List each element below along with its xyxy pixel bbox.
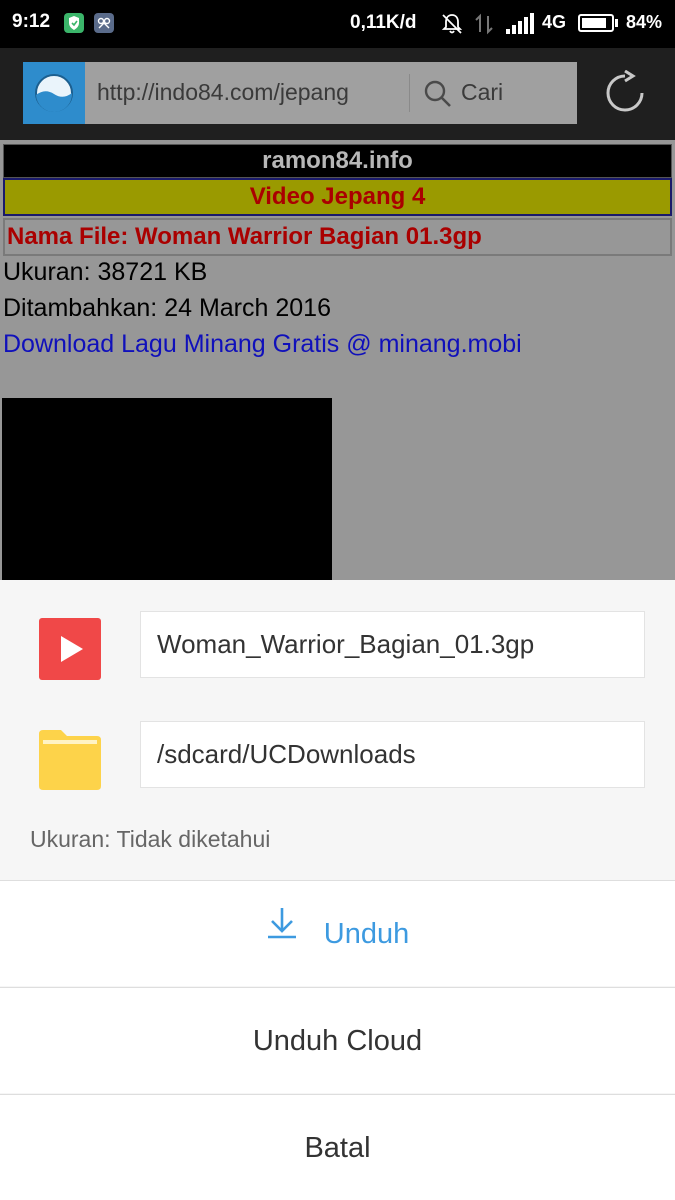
search-icon[interactable] [423,79,453,113]
download-icon [266,878,298,984]
site-title: ramon84.info [3,144,672,178]
download-dialog: Woman_Warrior_Bagian_01.3gp /sdcard/UCDo… [0,580,675,1200]
address-divider [409,74,410,112]
folder-path-input[interactable]: /sdcard/UCDownloads [140,721,645,788]
download-size-text: Ukuran: Tidak diketahui [30,826,271,852]
status-bar: 9:12 0,11K/d 4G 84% [0,0,675,48]
web-page: ramon84.info Video Jepang 4 Nama File: W… [0,140,675,580]
data-transfer-icon [474,12,494,40]
url-text[interactable]: http://indo84.com/jepang [97,79,405,106]
download-button[interactable]: Unduh [0,880,675,986]
file-name-input[interactable]: Woman_Warrior_Bagian_01.3gp [140,611,645,678]
site-icon[interactable] [23,62,85,124]
address-bar[interactable]: http://indo84.com/jepang Cari [85,62,577,124]
shield-app-icon [64,13,84,33]
category-title: Video Jepang 4 [3,178,672,216]
browser-toolbar: http://indo84.com/jepang Cari [0,48,675,140]
download-label: Unduh [323,918,410,950]
reload-icon[interactable] [603,69,647,120]
network-speed: 0,11K/d [350,12,417,33]
file-name-heading: Nama File: Woman Warrior Bagian 01.3gp [3,218,672,256]
battery-icon [578,14,614,32]
cancel-button[interactable]: Batal [0,1094,675,1200]
cloud-download-button[interactable]: Unduh Cloud [0,987,675,1093]
status-time: 9:12 [12,11,51,32]
folder-icon [39,730,101,794]
battery-level [582,18,606,28]
date-added-text: Ditambahkan: 24 March 2016 [3,294,331,322]
minang-download-link[interactable]: Download Lagu Minang Gratis @ minang.mob… [3,330,522,359]
gallery-app-icon [94,13,114,33]
video-file-icon [39,618,101,680]
search-button[interactable]: Cari [461,79,503,106]
signal-icon [505,12,535,40]
network-type: 4G [542,12,567,32]
video-thumbnail[interactable] [2,398,332,580]
battery-percent: 84% [626,12,663,32]
notifications-off-icon [440,12,464,40]
file-size-text: Ukuran: 38721 KB [3,258,208,286]
battery-tip [615,19,618,27]
